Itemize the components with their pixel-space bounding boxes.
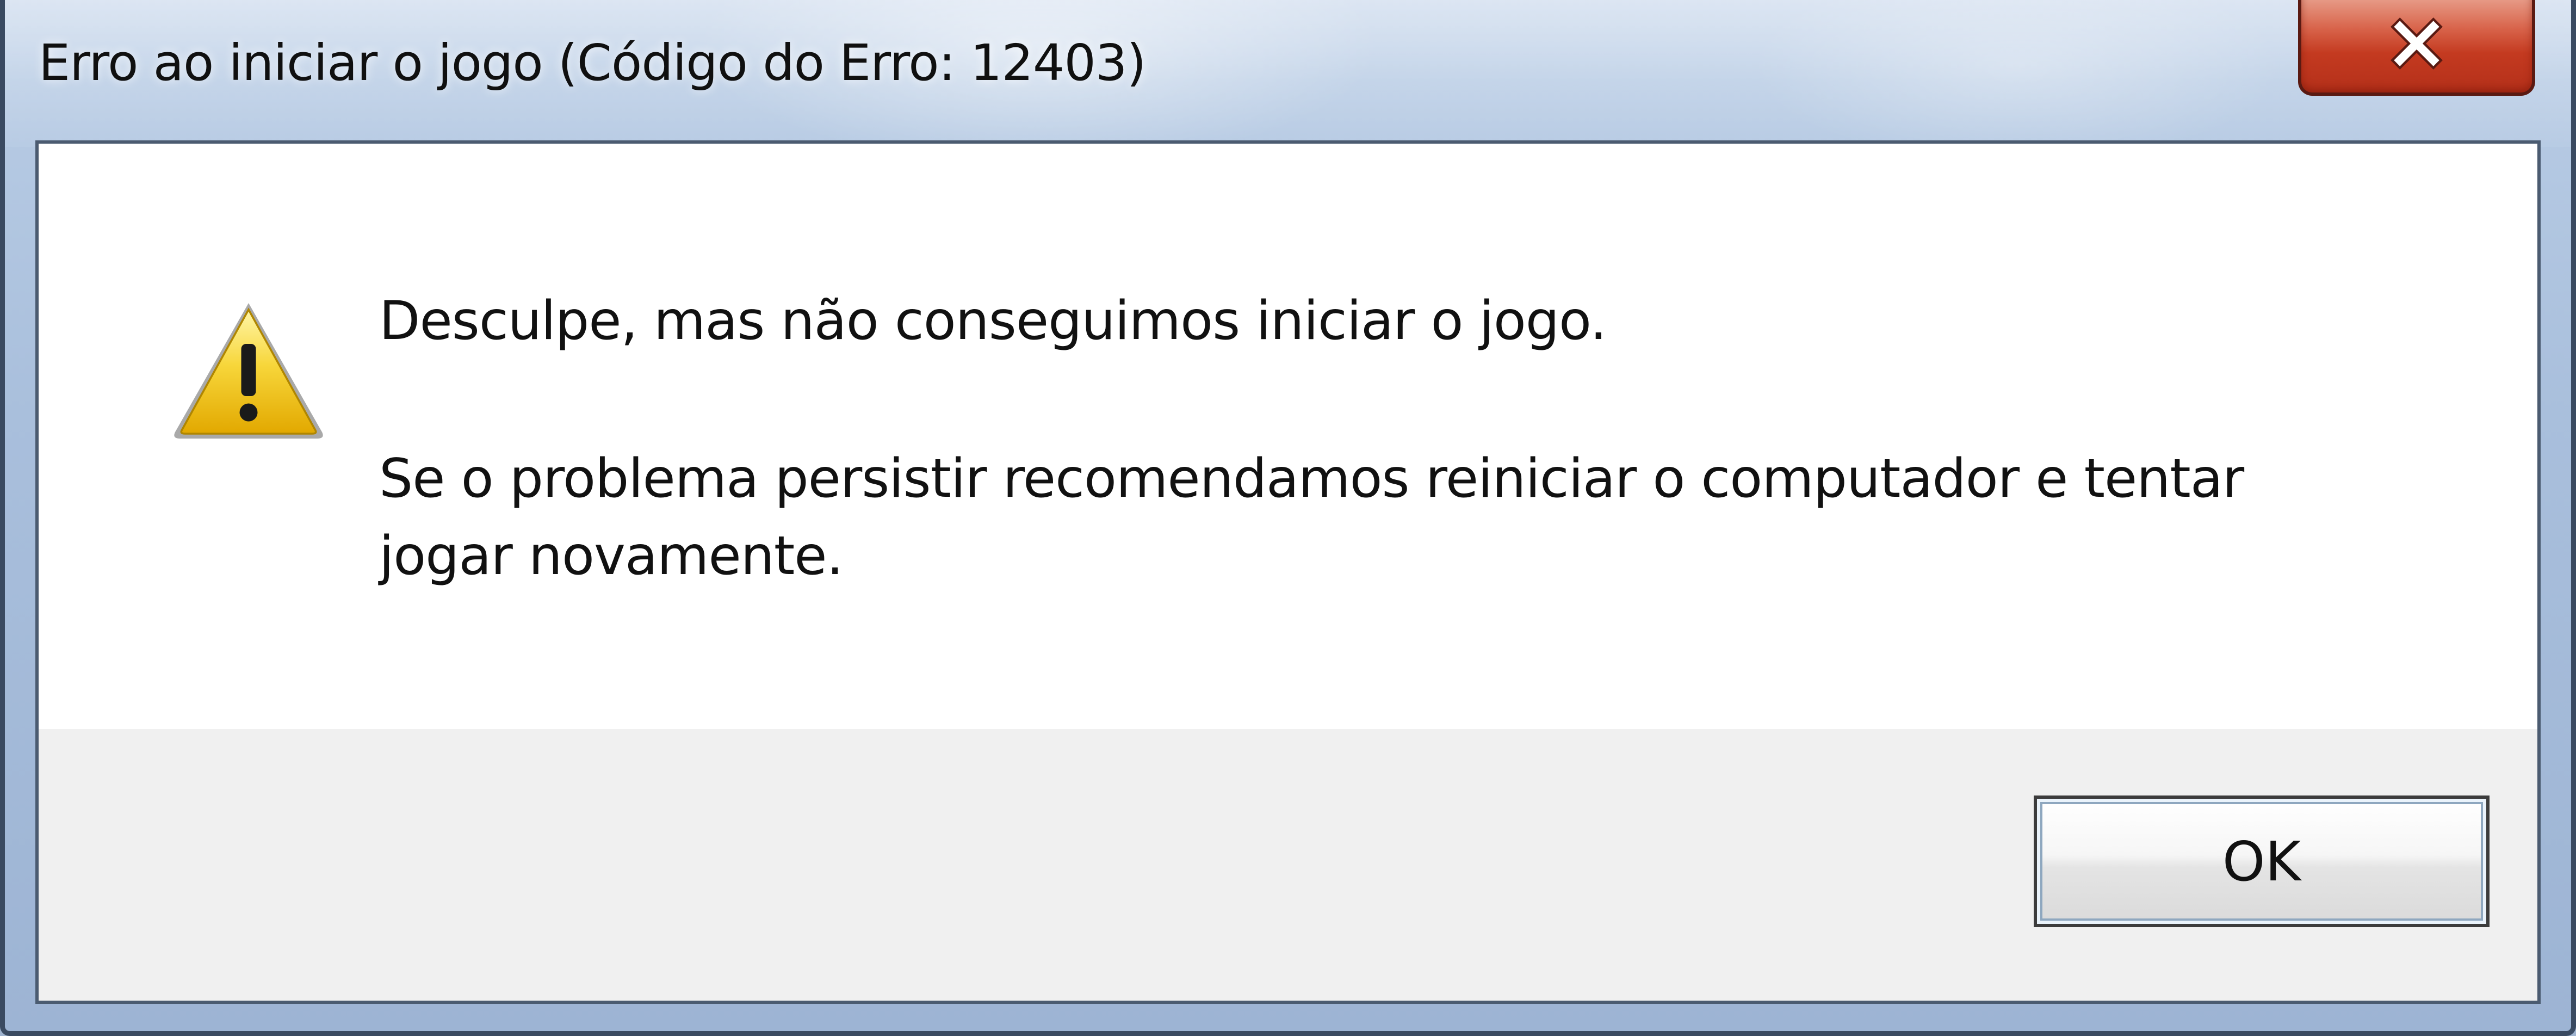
- dialog-body: Desculpe, mas não conseguimos iniciar o …: [35, 140, 2541, 1004]
- error-message: Desculpe, mas não conseguimos iniciar o …: [379, 282, 2348, 595]
- message-area: Desculpe, mas não conseguimos iniciar o …: [39, 144, 2537, 729]
- button-bar: OK: [39, 729, 2537, 1001]
- message-line-1: Desculpe, mas não conseguimos iniciar o …: [379, 290, 1607, 352]
- title-bar[interactable]: Erro ao iniciar o jogo (Código do Erro: …: [5, 0, 2571, 139]
- message-line-2: Se o problema persistir recomendamos rei…: [379, 448, 2244, 587]
- close-icon: [2391, 17, 2443, 70]
- warning-icon: [174, 303, 323, 439]
- window-title: Erro ao iniciar o jogo (Código do Erro: …: [39, 34, 1146, 92]
- error-dialog-window: Erro ao iniciar o jogo (Código do Erro: …: [0, 0, 2576, 1036]
- ok-button[interactable]: OK: [2034, 795, 2490, 927]
- close-button[interactable]: [2298, 0, 2535, 96]
